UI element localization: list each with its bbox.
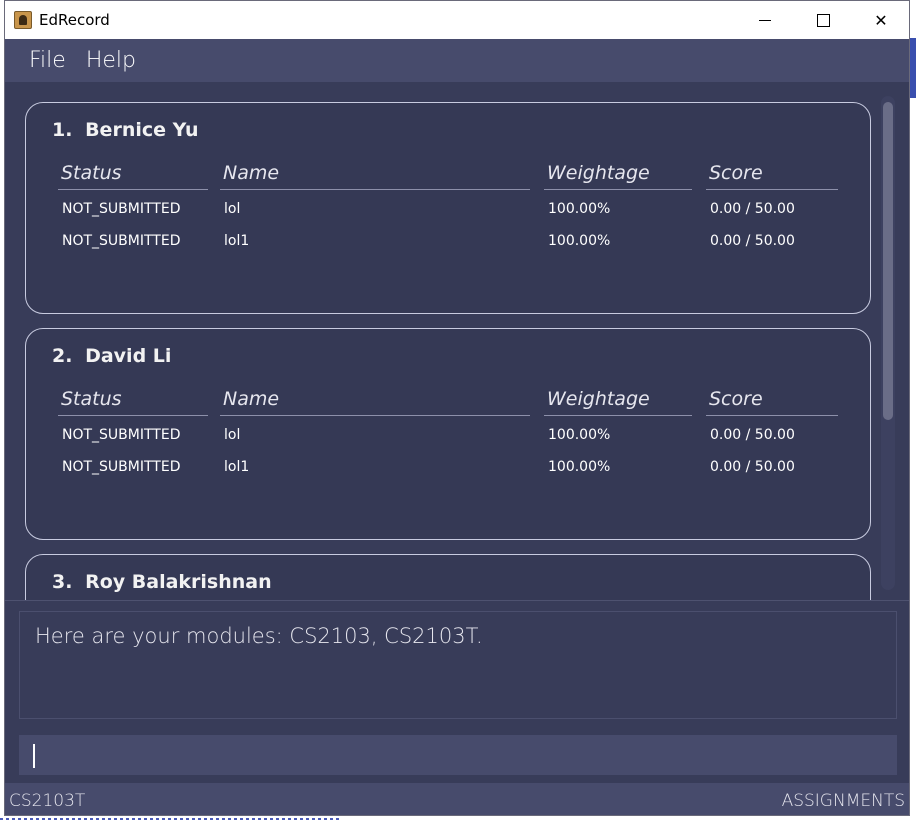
student-name: David Li bbox=[85, 345, 172, 367]
column-header-score[interactable]: Score bbox=[706, 385, 838, 416]
current-module: CS2103T bbox=[9, 791, 86, 811]
maximize-button[interactable] bbox=[800, 1, 846, 39]
result-message: Here are your modules: CS2103, CS2103T. bbox=[35, 624, 483, 648]
edrecord-app-icon bbox=[14, 11, 32, 29]
column-header-status[interactable]: Status bbox=[58, 159, 208, 190]
cell-weightage: 100.00% bbox=[548, 201, 611, 217]
cell-name: lol1 bbox=[224, 459, 250, 475]
column-header-weightage[interactable]: Weightage bbox=[544, 159, 692, 190]
minimize-icon bbox=[759, 19, 771, 21]
column-header-name[interactable]: Name bbox=[220, 385, 530, 416]
text-cursor bbox=[33, 744, 35, 768]
student-heading: 3. Roy Balakrishnan bbox=[52, 571, 272, 593]
cell-status: NOT_SUBMITTED bbox=[62, 427, 181, 443]
edrecord-window: EdRecord ✕ File Help 1. Bernice Yu Statu… bbox=[4, 0, 910, 816]
list-scrollbar[interactable] bbox=[881, 96, 895, 590]
scrollbar-thumb[interactable] bbox=[883, 102, 893, 420]
cell-status: NOT_SUBMITTED bbox=[62, 201, 181, 217]
background-window-edge bbox=[910, 38, 916, 98]
student-heading: 2. David Li bbox=[52, 345, 171, 367]
student-list[interactable]: 1. Bernice Yu Status Name Weightage Scor… bbox=[5, 82, 909, 601]
cell-status: NOT_SUBMITTED bbox=[62, 233, 181, 249]
student-card[interactable]: 2. David Li Status Name Weightage Score … bbox=[25, 328, 871, 540]
column-header-score[interactable]: Score bbox=[706, 159, 838, 190]
command-input[interactable] bbox=[19, 735, 897, 775]
status-bar: CS2103T ASSIGNMENTS bbox=[5, 783, 909, 815]
column-header-status[interactable]: Status bbox=[58, 385, 208, 416]
cell-name: lol bbox=[224, 201, 241, 217]
student-heading: 1. Bernice Yu bbox=[52, 119, 199, 141]
minimize-button[interactable] bbox=[742, 1, 788, 39]
current-view: ASSIGNMENTS bbox=[781, 791, 905, 811]
menu-file[interactable]: File bbox=[25, 48, 70, 73]
cell-name: lol1 bbox=[224, 233, 250, 249]
column-header-weightage[interactable]: Weightage bbox=[544, 385, 692, 416]
student-index: 2. bbox=[52, 345, 73, 367]
close-icon: ✕ bbox=[874, 10, 888, 30]
column-header-name[interactable]: Name bbox=[220, 159, 530, 190]
background-dashed-line bbox=[0, 818, 340, 820]
cell-weightage: 100.00% bbox=[548, 459, 611, 475]
menu-help[interactable]: Help bbox=[82, 48, 140, 73]
cell-score: 0.00 / 50.00 bbox=[710, 459, 795, 475]
cell-score: 0.00 / 50.00 bbox=[710, 201, 795, 217]
cell-name: lol bbox=[224, 427, 241, 443]
student-card[interactable]: 1. Bernice Yu Status Name Weightage Scor… bbox=[25, 102, 871, 314]
menu-bar: File Help bbox=[5, 39, 909, 82]
student-card[interactable]: 3. Roy Balakrishnan bbox=[25, 554, 871, 600]
title-bar: EdRecord ✕ bbox=[5, 1, 909, 39]
student-index: 3. bbox=[52, 571, 73, 593]
maximize-icon bbox=[816, 13, 830, 27]
student-index: 1. bbox=[52, 119, 73, 141]
cell-score: 0.00 / 50.00 bbox=[710, 427, 795, 443]
window-title: EdRecord bbox=[39, 11, 110, 29]
result-display: Here are your modules: CS2103, CS2103T. bbox=[19, 611, 897, 719]
cell-status: NOT_SUBMITTED bbox=[62, 459, 181, 475]
close-button[interactable]: ✕ bbox=[858, 1, 904, 39]
student-name: Roy Balakrishnan bbox=[85, 571, 272, 593]
cell-score: 0.00 / 50.00 bbox=[710, 233, 795, 249]
student-name: Bernice Yu bbox=[85, 119, 199, 141]
cell-weightage: 100.00% bbox=[548, 233, 611, 249]
cell-weightage: 100.00% bbox=[548, 427, 611, 443]
